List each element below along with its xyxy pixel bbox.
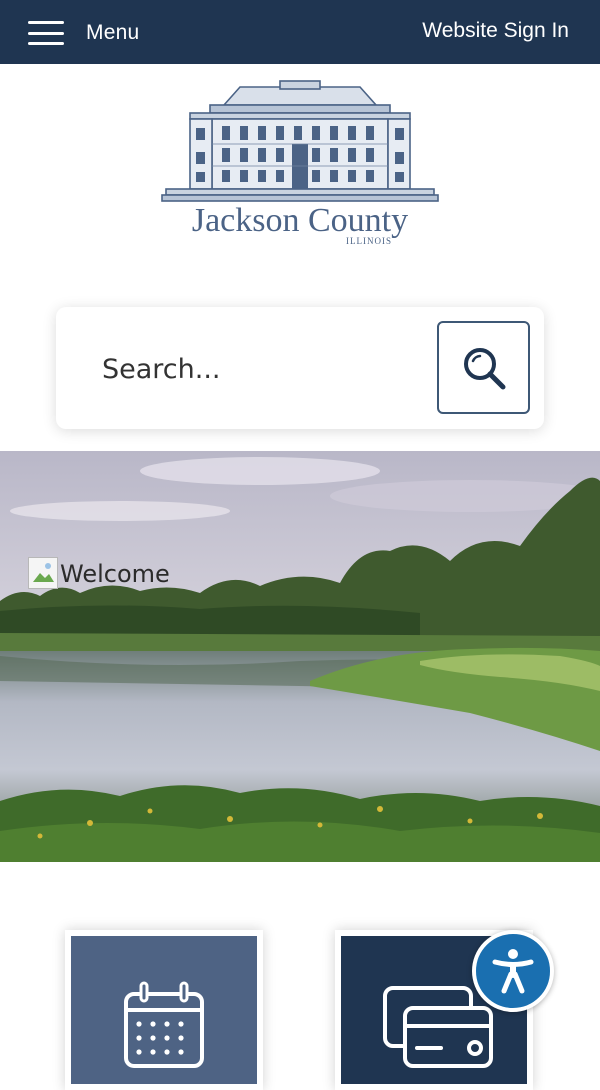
- calendar-icon: [124, 981, 204, 1068]
- top-navigation-bar: Menu Website Sign In: [0, 0, 600, 64]
- search-icon: [464, 348, 506, 390]
- welcome-alt-text: Welcome: [60, 560, 170, 588]
- logo-county-name: Jackson County: [191, 202, 409, 239]
- logo-state-name: ILLINOIS: [346, 236, 392, 246]
- search-input[interactable]: [102, 344, 422, 394]
- calendar-tile[interactable]: [65, 930, 263, 1090]
- welcome-image: Welcome: [28, 557, 170, 589]
- search-button[interactable]: [437, 321, 530, 414]
- jackson-county-logo[interactable]: Jackson County ILLINOIS: [160, 78, 440, 253]
- website-sign-in-link[interactable]: Website Sign In: [422, 19, 569, 43]
- hamburger-icon: [28, 21, 64, 45]
- hero-banner: Welcome: [0, 451, 600, 862]
- broken-image-icon: [28, 557, 58, 589]
- accessibility-button[interactable]: [472, 930, 554, 1012]
- search-box: [56, 307, 544, 429]
- menu-label: Menu: [86, 21, 140, 44]
- hero-lake-photo: [0, 451, 600, 862]
- courthouse-illustration: [161, 80, 439, 202]
- accessibility-icon: [492, 949, 534, 994]
- menu-button[interactable]: Menu: [28, 14, 139, 52]
